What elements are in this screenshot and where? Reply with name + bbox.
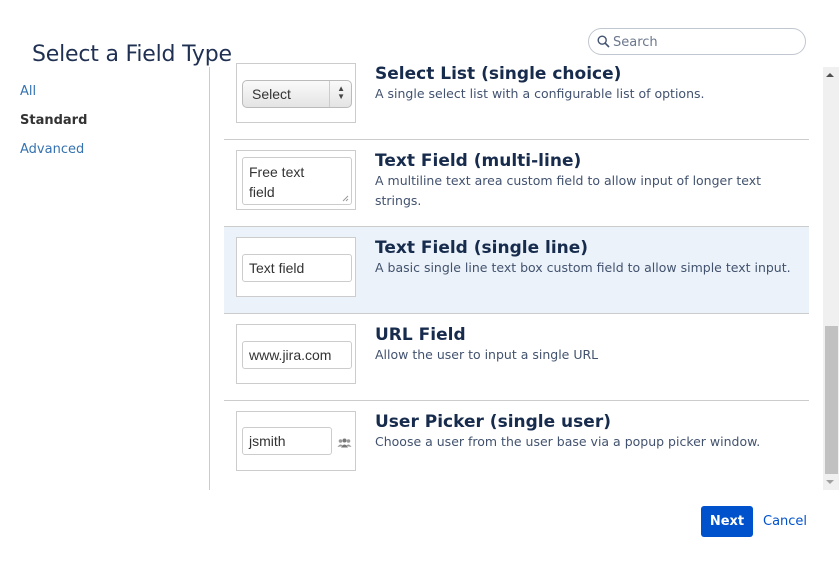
nav-item-advanced[interactable]: Advanced (20, 141, 87, 170)
field-type-name: Text Field (single line) (375, 238, 589, 258)
field-type-item-text-single[interactable]: Text field Text Field (single line) A ba… (224, 227, 809, 314)
input-preview: www.jira.com (242, 341, 352, 369)
search-icon (597, 35, 610, 48)
next-button[interactable]: Next (701, 506, 753, 537)
nav-item-standard[interactable]: Standard (20, 112, 87, 141)
field-type-item-text-multiline[interactable]: Free text field Text Field (multi-line) … (224, 140, 809, 227)
preview-thumbnail: Select ▲ ▼ (236, 63, 356, 123)
preview-thumbnail: www.jira.com (236, 324, 356, 384)
cancel-link[interactable]: Cancel (763, 514, 807, 529)
category-nav: All Standard Advanced (20, 83, 87, 170)
updown-arrows-icon: ▲ ▼ (337, 84, 345, 101)
scrollbar-thumb[interactable] (825, 326, 838, 474)
scroll-up-arrow-icon[interactable] (826, 73, 834, 77)
field-type-description: A multiline text area custom field to al… (375, 173, 762, 208)
field-type-item-url[interactable]: www.jira.com URL Field Allow the user to… (224, 314, 809, 401)
input-preview: jsmith (242, 427, 332, 455)
field-type-name: User Picker (single user) (375, 412, 611, 432)
field-type-item-select-list[interactable]: Select ▲ ▼ Select List (single choice) A … (224, 60, 809, 140)
preview-thumbnail: Free text field (236, 150, 356, 210)
textarea-line: field (249, 184, 275, 200)
select-preview: Select ▲ ▼ (242, 80, 352, 108)
field-type-description: A basic single line text box custom fiel… (375, 260, 791, 275)
field-type-item-user-picker[interactable]: jsmith User Picker (single user) Choose … (224, 401, 809, 488)
field-type-list: Select ▲ ▼ Select List (single choice) A … (224, 60, 809, 490)
search-box[interactable] (588, 28, 806, 55)
list-scrollbar[interactable] (823, 67, 839, 490)
select-separator (329, 81, 330, 107)
resize-grip-icon (342, 195, 349, 202)
textarea-preview: Free text field (242, 157, 352, 205)
field-type-description: Choose a user from the user base via a p… (375, 434, 761, 449)
field-type-description: A single select list with a configurable… (375, 86, 705, 101)
divider (209, 67, 210, 490)
preview-thumbnail: jsmith (236, 411, 356, 471)
input-preview: Text field (242, 254, 352, 282)
field-type-name: URL Field (375, 325, 466, 345)
nav-item-all[interactable]: All (20, 83, 87, 112)
preview-thumbnail: Text field (236, 237, 356, 297)
textarea-line: Free text (249, 164, 305, 180)
users-icon (337, 438, 352, 448)
field-type-name: Select List (single choice) (375, 64, 622, 84)
dialog-title: Select a Field Type (32, 41, 232, 67)
search-input[interactable] (613, 32, 798, 52)
field-type-description: Allow the user to input a single URL (375, 347, 599, 362)
scroll-down-arrow-icon[interactable] (826, 480, 834, 484)
field-type-name: Text Field (multi-line) (375, 151, 582, 171)
